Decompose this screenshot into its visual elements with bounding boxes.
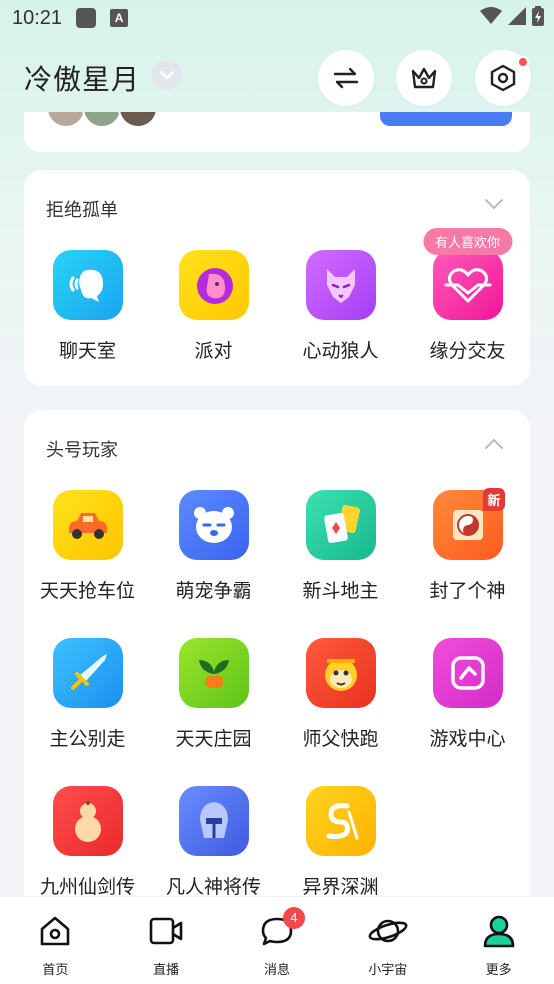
app-label: 天天庄园: [175, 728, 252, 750]
chevron-up-icon[interactable]: [484, 438, 504, 450]
vip-button[interactable]: [396, 50, 452, 106]
video-camera-icon: [116, 913, 216, 949]
nav-label: 更多: [485, 963, 512, 978]
battery-icon: [532, 6, 544, 26]
app-label: 师父快跑: [302, 728, 379, 750]
game-center-icon: [432, 638, 503, 708]
monkey-icon: [305, 638, 376, 708]
promo-tag: 有人喜欢你: [422, 228, 513, 255]
car-parking-icon: [52, 490, 123, 560]
profile-icon: [449, 913, 549, 949]
app-label: 异界深渊: [302, 876, 379, 898]
knight-helmet-icon: [178, 786, 249, 856]
switch-button[interactable]: [318, 50, 374, 106]
app-taiji[interactable]: 新 封了个神: [404, 488, 531, 603]
app-label: 缘分交友: [429, 340, 506, 362]
nav-universe[interactable]: 小宇宙: [338, 913, 438, 978]
home-icon: [5, 913, 105, 949]
app-gourd[interactable]: 九州仙剑传: [24, 786, 151, 899]
nav-more[interactable]: 更多: [449, 913, 549, 978]
card-game-icon: [305, 490, 376, 560]
account-switch-dropdown[interactable]: [152, 60, 182, 90]
avatar: [118, 112, 158, 128]
werewolf-icon: [305, 250, 376, 320]
chevron-down-icon: [160, 70, 174, 80]
avatar: [46, 112, 86, 128]
keyboard-notification-icon: A: [110, 9, 129, 27]
signal-icon: [508, 7, 526, 25]
nav-label: 消息: [263, 963, 290, 978]
dating-icon: [432, 250, 503, 320]
unread-badge: 4: [282, 907, 305, 929]
nav-label: 首页: [42, 963, 69, 978]
chat-room-icon: [52, 250, 123, 320]
app-label: 九州仙剑传: [39, 876, 135, 898]
app-label: 封了个神: [429, 580, 506, 602]
app-farm[interactable]: 天天庄园: [150, 638, 277, 751]
action-button[interactable]: [380, 112, 512, 126]
app-card-game[interactable]: 新斗地主: [277, 490, 404, 603]
nav-label: 直播: [153, 963, 180, 978]
section-title: 头号玩家: [46, 440, 118, 461]
app-label: 派对: [194, 340, 233, 362]
notification-app-icon: [76, 8, 97, 28]
section-card-games: 头号玩家 天天抢车位 萌宠争霸 新斗地主 新 封了个神 主公别走 天天庄园 师父…: [24, 410, 530, 910]
username[interactable]: 冷傲星月: [24, 58, 140, 98]
swap-arrows-icon: [333, 67, 359, 89]
message-icon: [227, 913, 327, 949]
app-label: 新斗地主: [302, 580, 379, 602]
app-sword[interactable]: 主公别走: [24, 638, 151, 751]
new-badge: 新: [483, 488, 505, 511]
app-label: 凡人神将传: [165, 876, 261, 898]
app-pet-battle[interactable]: 萌宠争霸: [150, 490, 277, 603]
pet-battle-icon: [178, 490, 249, 560]
sword-icon: [52, 638, 123, 708]
gourd-icon: [52, 786, 123, 856]
party-icon: [178, 250, 249, 320]
abyss-icon: [305, 786, 376, 856]
settings-button[interactable]: [475, 50, 531, 106]
app-label: 萌宠争霸: [175, 580, 252, 602]
nav-label: 小宇宙: [368, 963, 408, 978]
app-werewolf[interactable]: 心动狼人: [277, 250, 404, 363]
app-knight[interactable]: 凡人神将传: [150, 786, 277, 899]
section-title: 拒绝孤单: [46, 200, 118, 221]
farm-icon: [178, 638, 249, 708]
app-car-parking[interactable]: 天天抢车位: [24, 490, 151, 603]
app-label: 主公别走: [49, 728, 126, 750]
nav-messages[interactable]: 4 消息: [227, 907, 327, 978]
app-abyss[interactable]: 异界深渊: [277, 786, 404, 899]
status-time: 10:21: [12, 6, 63, 29]
nav-home[interactable]: 首页: [5, 913, 105, 978]
avatar: [82, 112, 122, 128]
app-game-center[interactable]: 游戏中心: [404, 638, 531, 751]
status-bar: 10:21 A: [0, 0, 554, 36]
taiji-icon: 新: [432, 488, 505, 560]
app-monkey[interactable]: 师父快跑: [277, 638, 404, 751]
profile-header: 冷傲星月: [0, 46, 554, 106]
section-card-social: 拒绝孤单 聊天室 派对 心动狼人 有人喜欢你 缘分交友: [24, 170, 530, 386]
app-chat-room[interactable]: 聊天室: [24, 250, 151, 363]
chevron-down-icon[interactable]: [484, 198, 504, 210]
nav-live[interactable]: 直播: [116, 913, 216, 978]
app-party[interactable]: 派对: [150, 250, 277, 363]
app-label: 聊天室: [58, 340, 116, 362]
crown-icon: [411, 67, 437, 89]
app-dating[interactable]: 有人喜欢你 缘分交友: [404, 228, 531, 363]
notification-dot: [517, 56, 529, 68]
planet-icon: [338, 913, 438, 949]
hexagon-settings-icon: [490, 64, 516, 92]
app-label: 游戏中心: [429, 728, 506, 750]
app-label: 心动狼人: [302, 340, 379, 362]
bottom-navigation: 首页 直播 4 消息 小宇宙 更多: [0, 896, 554, 984]
wifi-icon: [480, 7, 502, 24]
scrolled-card: [24, 112, 530, 152]
app-label: 天天抢车位: [39, 580, 135, 602]
